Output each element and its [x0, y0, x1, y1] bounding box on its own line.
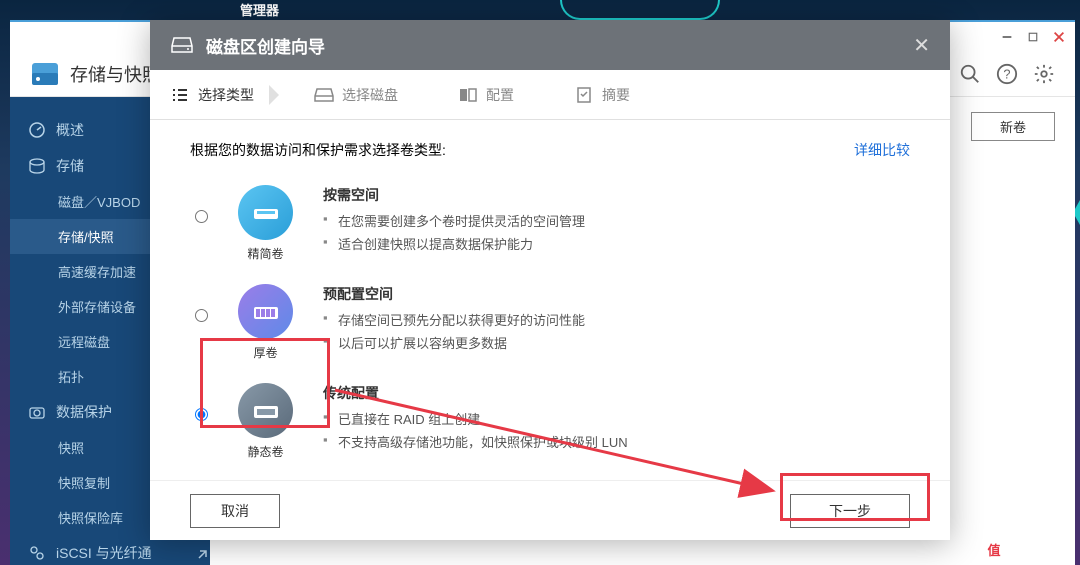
gear-icon[interactable] — [1033, 63, 1055, 85]
step-select-type[interactable]: 选择类型 — [170, 85, 279, 105]
search-icon[interactable] — [959, 63, 981, 85]
watermark-text: 什么值得买 — [1010, 540, 1075, 559]
step-select-disk: 选择磁盘 — [314, 85, 423, 105]
annotation-box-2 — [780, 473, 930, 521]
thin-volume-icon — [238, 185, 293, 240]
decoration-curve — [560, 0, 720, 20]
slider-icon — [458, 85, 478, 105]
thick-title: 预配置空间 — [323, 284, 905, 304]
step-configure: 配置 — [458, 85, 539, 105]
create-volume-wizard-modal: 磁盘区创建向导 ✕ 选择类型 选择磁盘 配置 摘要 根据您的数据访问和保护需求选… — [150, 20, 950, 540]
disk-icon — [314, 85, 334, 105]
gauge-icon — [28, 121, 46, 139]
option-thin[interactable]: 精简卷 按需空间 在您需要创建多个卷时提供灵活的空间管理 适合创建快照以提高数据… — [190, 180, 910, 267]
drive-white-icon — [170, 35, 194, 55]
annotation-box-1 — [200, 338, 330, 428]
step-summary: 摘要 — [574, 85, 655, 105]
compare-link[interactable]: 详细比较 — [854, 140, 910, 160]
cancel-button[interactable]: 取消 — [190, 494, 280, 528]
watermark-badge: 值 — [983, 538, 1005, 560]
popout-icon[interactable] — [195, 548, 209, 562]
prompt-text: 根据您的数据访问和保护需求选择卷类型: — [190, 140, 446, 160]
close-button[interactable] — [1051, 29, 1067, 45]
wizard-steps: 选择类型 选择磁盘 配置 摘要 — [150, 70, 950, 120]
maximize-button[interactable] — [1025, 29, 1041, 45]
help-icon[interactable]: ? — [996, 63, 1018, 85]
disk-stack-icon — [28, 157, 46, 175]
radio-thick[interactable] — [195, 309, 208, 322]
radio-thin[interactable] — [195, 210, 208, 223]
list-icon — [170, 85, 190, 105]
app-title: 存储与快照 — [70, 61, 160, 87]
thick-volume-icon — [238, 284, 293, 339]
modal-title: 磁盘区创建向导 — [206, 33, 325, 58]
top-tab-bar: 管理器 — [0, 0, 1080, 20]
storage-icon — [30, 61, 60, 87]
new-volume-button[interactable]: 新卷 — [971, 112, 1055, 141]
minimize-button[interactable] — [999, 29, 1015, 45]
svg-text:?: ? — [1003, 67, 1010, 82]
thin-title: 按需空间 — [323, 185, 905, 205]
clipboard-icon — [574, 85, 594, 105]
link-icon — [28, 544, 46, 562]
static-title: 传统配置 — [323, 383, 905, 403]
watermark: 值 什么值得买 — [983, 538, 1075, 560]
camera-icon — [28, 403, 46, 421]
modal-close-button[interactable]: ✕ — [913, 33, 930, 58]
modal-header: 磁盘区创建向导 ✕ — [150, 20, 950, 70]
app-logo: 存储与快照 — [30, 61, 160, 87]
